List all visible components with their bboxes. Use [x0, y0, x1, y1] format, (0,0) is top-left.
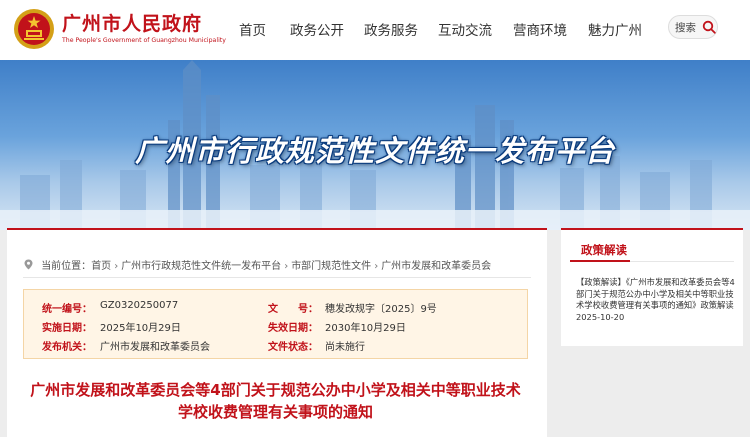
breadcrumb-prefix: 当前位置： — [41, 261, 92, 272]
nav-item-interaction[interactable]: 互动交流 — [438, 19, 492, 39]
issuer-label: 发布机关： — [42, 342, 92, 353]
national-emblem-icon[interactable] — [13, 8, 55, 50]
hero-banner: 广州市行政规范性文件统一发布平台 — [0, 60, 750, 230]
impl-date-label: 实施日期： — [42, 323, 92, 334]
breadcrumb-separator: › — [284, 261, 289, 272]
search-button[interactable]: 搜索 — [668, 15, 718, 39]
expire-date-value: 2030年10月29日 — [325, 323, 406, 334]
panel-accent-line — [7, 228, 547, 230]
nav-item-charm[interactable]: 魅力广州 — [588, 19, 642, 39]
policy-interpretation-panel: 政策解读 【政策解读】《广州市发展和改革委员会等4部门关于规范公办中小学及相关中… — [561, 228, 743, 346]
breadcrumb-item-home[interactable]: 首页 — [91, 261, 111, 272]
status-value: 尚未施行 — [325, 342, 365, 353]
main-content-panel: 当前位置：首页 › 广州市行政规范性文件统一发布平台 › 市部门规范性文件 › 广州市发展和… — [7, 228, 547, 437]
nav-item-home[interactable]: 首页 — [239, 19, 266, 39]
site-logo-subtitle: The People's Government of Guangzhou Mun… — [62, 37, 226, 44]
banner-title: 广州市行政规范性文件统一发布平台 — [134, 134, 615, 168]
title-underline — [570, 260, 630, 262]
nav-item-gov-affairs[interactable]: 政务公开 — [290, 19, 344, 39]
docno-label: 文 号： — [268, 304, 318, 315]
side-panel-title: 政策解读 — [581, 243, 627, 257]
breadcrumb: 当前位置：首页 › 广州市行政规范性文件统一发布平台 › 市部门规范性文件 › 广州市发展和… — [23, 257, 491, 272]
policy-interpretation-link[interactable]: 【政策解读】《广州市发展和改革委员会等4部门关于规范公办中小学及相关中等职业技术… — [576, 277, 742, 323]
panel-accent-line — [561, 228, 743, 230]
divider — [23, 277, 531, 278]
issuer-value: 广州市发展和改革委员会 — [100, 342, 210, 353]
search-label: 搜索 — [675, 22, 696, 34]
site-header: 广州市人民政府 The People's Government of Guang… — [0, 0, 750, 60]
breadcrumb-separator: › — [374, 261, 379, 272]
expire-date-label: 失效日期： — [268, 323, 318, 334]
breadcrumb-item-platform[interactable]: 广州市行政规范性文件统一发布平台 — [121, 261, 281, 272]
document-title: 广州市发展和改革委员会等4部门关于规范公办中小学及相关中等职业技术学校收费管理有… — [30, 381, 521, 421]
nav-item-gov-services[interactable]: 政务服务 — [364, 19, 418, 39]
serial-value: GZ0320250077 — [100, 300, 179, 311]
search-icon — [702, 20, 716, 34]
breadcrumb-item-dept-docs[interactable]: 市部门规范性文件 — [291, 261, 371, 272]
site-logo-title[interactable]: 广州市人民政府 — [62, 9, 202, 36]
breadcrumb-separator: › — [114, 261, 119, 272]
docno-value: 穗发改规字〔2025〕9号 — [325, 304, 437, 315]
nav-item-business[interactable]: 营商环境 — [513, 19, 567, 39]
impl-date-value: 2025年10月29日 — [100, 323, 181, 334]
status-label: 文件状态： — [268, 342, 318, 353]
location-pin-icon — [24, 259, 33, 270]
document-meta-box: 统一编号： GZ0320250077 文 号： 穗发改规字〔2025〕9号 实施… — [23, 289, 528, 359]
serial-label: 统一编号： — [42, 304, 92, 315]
breadcrumb-item-commission[interactable]: 广州市发展和改革委员会 — [381, 261, 491, 272]
